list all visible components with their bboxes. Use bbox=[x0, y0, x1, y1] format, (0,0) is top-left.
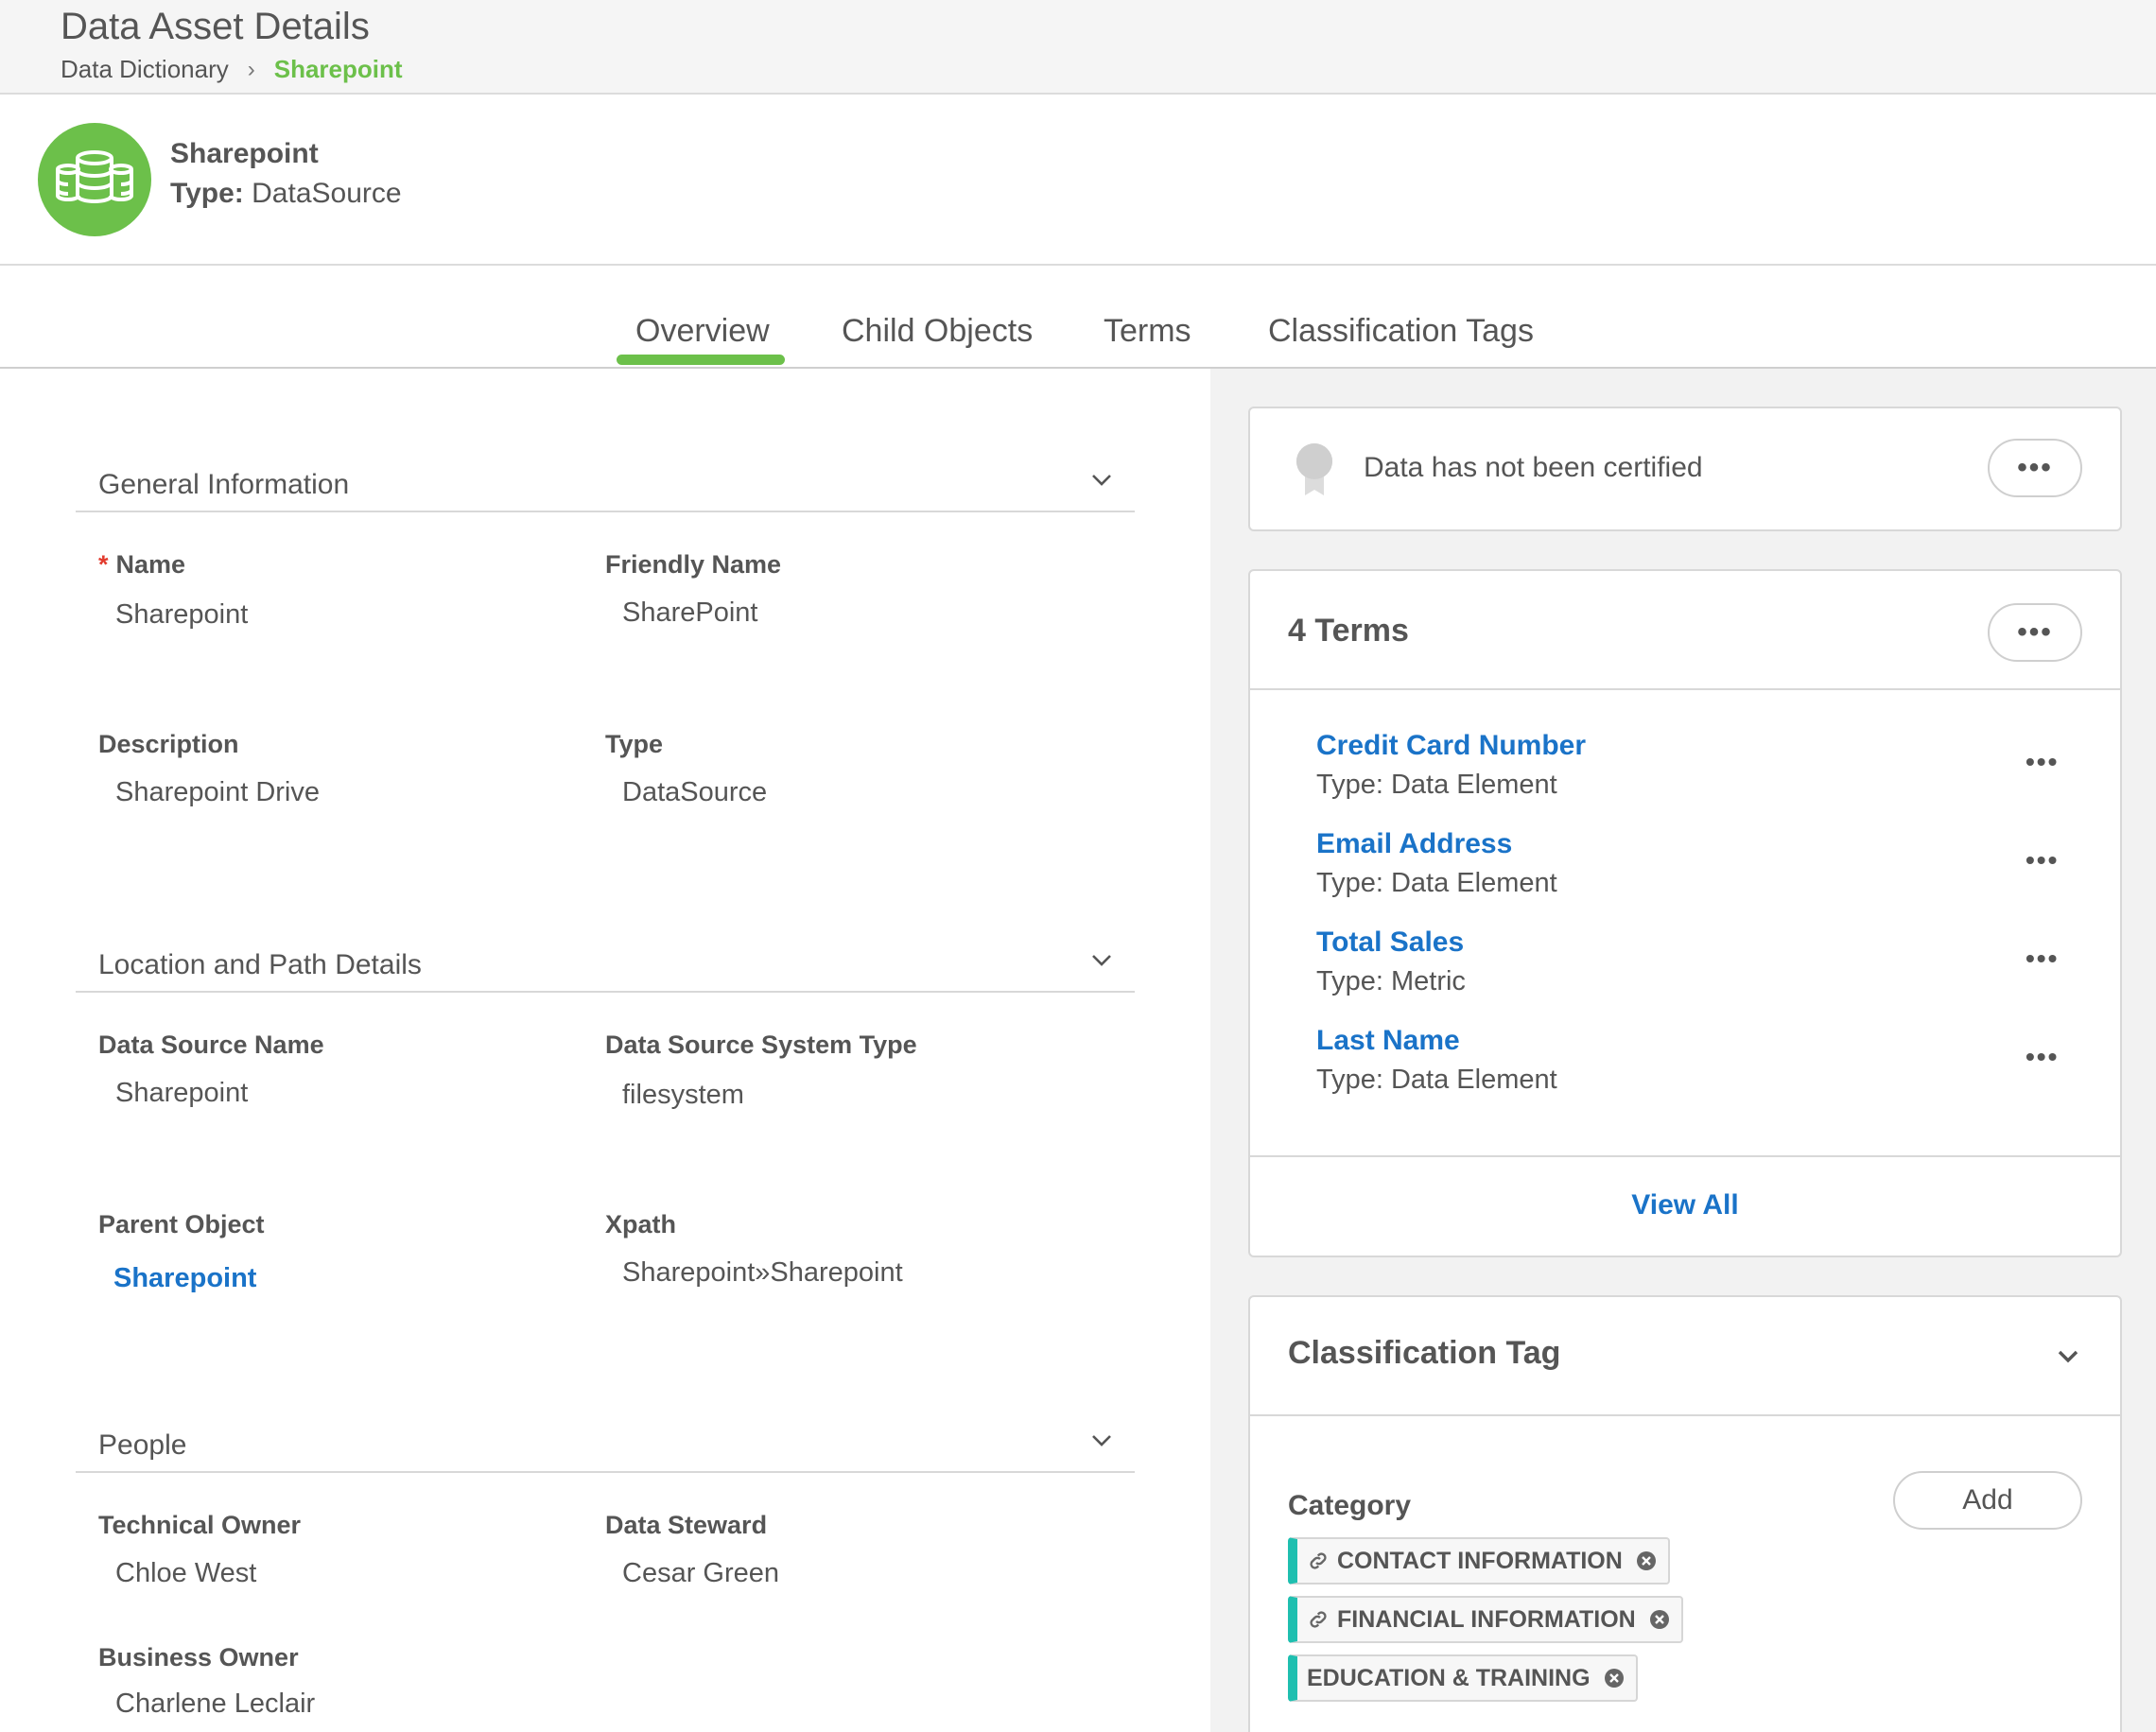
term-type: Type: Data Element bbox=[1316, 1065, 1557, 1095]
term-more-button[interactable]: ••• bbox=[2026, 944, 2059, 974]
divider bbox=[1250, 1155, 2120, 1157]
term-link-email-address[interactable]: Email Address bbox=[1316, 828, 1512, 860]
breadcrumb-data-dictionary[interactable]: Data Dictionary bbox=[61, 55, 229, 84]
breadcrumb-current: Sharepoint bbox=[273, 55, 403, 83]
tag-contact-information: CONTACT INFORMATION bbox=[1288, 1537, 1670, 1585]
friendly-name-label: Friendly Name bbox=[605, 550, 782, 579]
asset-type: Type: DataSource bbox=[170, 178, 402, 210]
type-value: DataSource bbox=[622, 777, 768, 807]
breadcrumb: Data Dictionary › Sharepoint bbox=[61, 55, 403, 84]
asset-type-value: DataSource bbox=[252, 178, 402, 209]
technical-owner-label: Technical Owner bbox=[98, 1511, 302, 1539]
terms-title: 4 Terms bbox=[1288, 613, 1409, 649]
link-icon bbox=[1307, 1608, 1330, 1631]
asset-header: Sharepoint Type: DataSource bbox=[0, 95, 2156, 266]
name-label-text: Name bbox=[115, 550, 186, 579]
add-tag-button[interactable]: Add bbox=[1893, 1471, 2082, 1530]
divider bbox=[1250, 688, 2120, 690]
data-steward-value: Cesar Green bbox=[622, 1558, 780, 1588]
xpath-label: Xpath bbox=[605, 1210, 677, 1238]
remove-tag-icon[interactable] bbox=[1636, 1550, 1657, 1571]
required-marker: * bbox=[98, 550, 109, 579]
section-title: People bbox=[98, 1429, 187, 1461]
asset-type-label: Type: bbox=[170, 178, 244, 209]
name-value: Sharepoint bbox=[115, 599, 249, 630]
parent-object-label: Parent Object bbox=[98, 1210, 265, 1238]
certification-more-button[interactable]: ••• bbox=[1988, 439, 2082, 497]
data-source-system-type-label: Data Source System Type bbox=[605, 1031, 917, 1059]
divider bbox=[1250, 1414, 2120, 1416]
section-title: General Information bbox=[98, 469, 350, 500]
tab-overview[interactable]: Overview bbox=[635, 313, 770, 350]
tab-bar: Overview Child Objects Terms Classificat… bbox=[0, 266, 2156, 369]
category-label: Category bbox=[1288, 1490, 1412, 1521]
data-source-system-type-value: filesystem bbox=[622, 1080, 744, 1110]
certification-status: Data has not been certified bbox=[1364, 452, 1703, 483]
asset-name: Sharepoint bbox=[170, 138, 319, 169]
chevron-down-icon[interactable] bbox=[2054, 1342, 2082, 1371]
breadcrumb-separator-icon: › bbox=[247, 56, 255, 82]
business-owner-value: Charlene Leclair bbox=[115, 1689, 316, 1719]
classification-tag-card: Classification Tag Category Add CONTACT … bbox=[1248, 1295, 2122, 1732]
side-panel: Data has not been certified ••• 4 Terms … bbox=[1210, 369, 2156, 1732]
name-label: * Name bbox=[98, 550, 185, 580]
tab-child-objects[interactable]: Child Objects bbox=[842, 313, 1033, 350]
asset-avatar bbox=[38, 123, 151, 236]
term-type: Type: Data Element bbox=[1316, 770, 1557, 800]
terms-card: 4 Terms ••• Credit Card Number Type: Dat… bbox=[1248, 569, 2122, 1257]
tag-label: EDUCATION & TRAINING bbox=[1307, 1664, 1591, 1691]
term-more-button[interactable]: ••• bbox=[2026, 845, 2059, 875]
parent-object-link[interactable]: Sharepoint bbox=[113, 1263, 256, 1294]
terms-more-button[interactable]: ••• bbox=[1988, 603, 2082, 662]
tag-label: FINANCIAL INFORMATION bbox=[1337, 1605, 1636, 1633]
database-icon bbox=[56, 150, 133, 204]
remove-tag-icon[interactable] bbox=[1604, 1668, 1625, 1689]
section-general-information[interactable]: General Information bbox=[76, 433, 1135, 512]
term-link-credit-card-number[interactable]: Credit Card Number bbox=[1316, 730, 1586, 762]
friendly-name-value: SharePoint bbox=[622, 598, 758, 628]
term-link-total-sales[interactable]: Total Sales bbox=[1316, 927, 1464, 959]
view-all-terms-link[interactable]: View All bbox=[1250, 1189, 2120, 1221]
section-title: Location and Path Details bbox=[98, 949, 422, 980]
tag-education-training: EDUCATION & TRAINING bbox=[1288, 1654, 1638, 1702]
xpath-value: Sharepoint»Sharepoint bbox=[622, 1257, 903, 1288]
term-link-last-name[interactable]: Last Name bbox=[1316, 1025, 1460, 1057]
tab-terms[interactable]: Terms bbox=[1104, 313, 1191, 350]
type-label: Type bbox=[605, 730, 664, 758]
certification-card: Data has not been certified ••• bbox=[1248, 407, 2122, 531]
page-title: Data Asset Details bbox=[61, 6, 370, 47]
data-source-name-label: Data Source Name bbox=[98, 1031, 324, 1059]
chevron-down-icon[interactable] bbox=[1087, 945, 1116, 974]
classification-tag-title: Classification Tag bbox=[1288, 1335, 1561, 1371]
term-more-button[interactable]: ••• bbox=[2026, 747, 2059, 777]
term-type: Type: Metric bbox=[1316, 966, 1466, 996]
active-tab-indicator bbox=[617, 355, 785, 365]
chevron-down-icon[interactable] bbox=[1087, 1426, 1116, 1454]
remove-tag-icon[interactable] bbox=[1649, 1609, 1670, 1630]
page-header: Data Asset Details Data Dictionary › Sha… bbox=[0, 0, 2156, 95]
link-icon bbox=[1307, 1550, 1330, 1572]
section-people[interactable]: People bbox=[76, 1394, 1135, 1473]
section-location-path[interactable]: Location and Path Details bbox=[76, 913, 1135, 993]
data-steward-label: Data Steward bbox=[605, 1511, 768, 1539]
term-type: Type: Data Element bbox=[1316, 868, 1557, 898]
overview-panel: General Information * Name Sharepoint Fri… bbox=[0, 369, 1210, 1732]
technical-owner-value: Chloe West bbox=[115, 1558, 257, 1588]
description-value: Sharepoint Drive bbox=[115, 777, 320, 807]
certificate-icon bbox=[1296, 443, 1332, 495]
tag-label: CONTACT INFORMATION bbox=[1337, 1547, 1623, 1574]
chevron-down-icon[interactable] bbox=[1087, 465, 1116, 494]
description-label: Description bbox=[98, 730, 239, 758]
tab-classification-tags[interactable]: Classification Tags bbox=[1268, 313, 1534, 350]
tag-financial-information: FINANCIAL INFORMATION bbox=[1288, 1596, 1683, 1643]
business-owner-label: Business Owner bbox=[98, 1643, 299, 1671]
term-more-button[interactable]: ••• bbox=[2026, 1042, 2059, 1072]
data-source-name-value: Sharepoint bbox=[115, 1078, 249, 1108]
